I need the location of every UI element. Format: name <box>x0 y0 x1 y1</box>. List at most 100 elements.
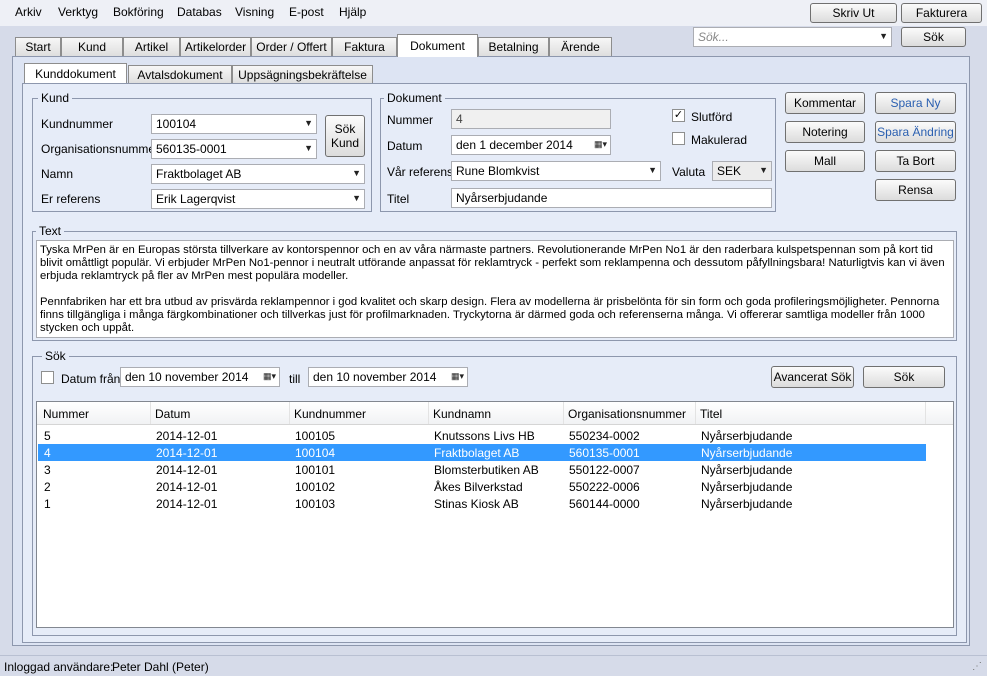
datum-fran-checkbox[interactable] <box>41 371 54 384</box>
varref-field[interactable]: Rune Blomkvist ▼ <box>451 161 661 181</box>
chevron-down-icon[interactable]: ▼ <box>304 143 313 153</box>
varref-label: Vår referens <box>387 165 453 179</box>
cell-orgnr: 550122-0007 <box>569 463 640 477</box>
tab-faktura[interactable]: Faktura <box>332 37 397 56</box>
erref-field[interactable]: Erik Lagerqvist ▼ <box>151 189 365 209</box>
cell-titel: Nyårserbjudande <box>701 429 792 443</box>
namn-value: Fraktbolaget AB <box>156 167 241 181</box>
valuta-select[interactable]: SEK ▼ <box>712 161 772 181</box>
to-date-field[interactable]: den 10 november 2014 ▦▾ <box>308 367 468 387</box>
kundnummer-field[interactable]: 100104 ▼ <box>151 114 317 134</box>
sok-group-title: Sök <box>42 349 69 363</box>
cell-datum: 2014-12-01 <box>156 480 217 494</box>
table-row[interactable]: 5 2014-12-01 100105 Knutssons Livs HB 55… <box>38 427 926 444</box>
subtab-avtalsdokument[interactable]: Avtalsdokument <box>128 65 232 83</box>
from-date-field[interactable]: den 10 november 2014▦▾ <box>120 367 280 387</box>
header-nummer[interactable]: Nummer <box>43 407 89 421</box>
menu-epost[interactable]: E-post <box>289 5 324 19</box>
datum-field[interactable]: den 1 december 2014 ▦▾ <box>451 135 611 155</box>
cell-titel: Nyårserbjudande <box>701 446 792 460</box>
resize-grip-icon[interactable]: ⋰ <box>972 661 982 672</box>
tab-artikel[interactable]: Artikel <box>123 37 180 56</box>
calendar-icon[interactable]: ▦▾ <box>594 139 607 150</box>
kommentar-button[interactable]: Kommentar <box>785 92 865 114</box>
kundnummer-value: 100104 <box>156 117 196 131</box>
cell-orgnr: 560144-0000 <box>569 497 640 511</box>
menu-bokforing[interactable]: Bokföring <box>113 5 164 19</box>
spara-andring-button[interactable]: Spara Ändring <box>875 121 956 143</box>
ta-bort-button[interactable]: Ta Bort <box>875 150 956 172</box>
cell-kundnummer: 100105 <box>295 429 335 443</box>
spara-ny-button[interactable]: Spara Ny <box>875 92 956 114</box>
namn-field[interactable]: Fraktbolaget AB ▼ <box>151 164 365 184</box>
slutford-checkbox[interactable]: ✓ <box>672 109 685 122</box>
header-orgnr[interactable]: Organisationsnummer <box>568 407 686 421</box>
search-customer-label-2: Kund <box>331 136 359 150</box>
header-datum[interactable]: Datum <box>155 407 190 421</box>
chevron-down-icon[interactable]: ▼ <box>352 168 361 178</box>
cell-datum: 2014-12-01 <box>156 429 217 443</box>
header-kundnummer[interactable]: Kundnummer <box>294 407 366 421</box>
cell-datum: 2014-12-01 <box>156 497 217 511</box>
table-row[interactable]: 3 2014-12-01 100101 Blomsterbutiken AB 5… <box>38 461 926 478</box>
kundnummer-label: Kundnummer <box>41 117 113 131</box>
menu-databas[interactable]: Databas <box>177 5 222 19</box>
mall-button[interactable]: Mall <box>785 150 865 172</box>
search-customer-button[interactable]: Sök Kund <box>325 115 365 157</box>
invoice-button[interactable]: Fakturera <box>901 3 982 23</box>
chevron-down-icon[interactable]: ▼ <box>648 165 657 175</box>
cell-orgnr: 560135-0001 <box>569 446 640 460</box>
makulerad-checkbox[interactable] <box>672 132 685 145</box>
tab-kund[interactable]: Kund <box>61 37 123 56</box>
print-button[interactable]: Skriv Ut <box>810 3 897 23</box>
notering-button[interactable]: Notering <box>785 121 865 143</box>
cell-nummer: 2 <box>44 480 51 494</box>
titel-field[interactable]: Nyårserbjudande <box>451 188 772 208</box>
orgnr-label: Organisationsnummer <box>41 142 159 156</box>
table-row[interactable]: 1 2014-12-01 100103 Stinas Kiosk AB 5601… <box>38 495 926 512</box>
to-date-value: den 10 november 2014 <box>313 370 436 384</box>
tab-arende[interactable]: Ärende <box>549 37 612 56</box>
menu-arkiv[interactable]: Arkiv <box>15 5 42 19</box>
varref-value: Rune Blomkvist <box>456 164 539 178</box>
cell-titel: Nyårserbjudande <box>701 480 792 494</box>
calendar-icon[interactable]: ▦▾ <box>263 371 276 382</box>
advanced-search-button[interactable]: Avancerat Sök <box>771 366 854 388</box>
menu-hjalp[interactable]: Hjälp <box>339 5 366 19</box>
chevron-down-icon[interactable]: ▼ <box>879 31 888 41</box>
search-button[interactable]: Sök <box>863 366 945 388</box>
cell-titel: Nyårserbjudande <box>701 463 792 477</box>
subtab-uppsagningsbekraftelse[interactable]: Uppsägningsbekräftelse <box>232 65 373 83</box>
subtab-kunddokument[interactable]: Kunddokument <box>24 63 127 83</box>
orgnr-field[interactable]: 560135-0001▼ <box>151 139 317 159</box>
valuta-value: SEK <box>717 164 741 178</box>
chevron-down-icon[interactable]: ▼ <box>352 193 361 203</box>
erref-value: Erik Lagerqvist <box>156 192 235 206</box>
cell-orgnr: 550234-0002 <box>569 429 640 443</box>
table-row-selected[interactable]: 4 2014-12-01 100104 Fraktbolaget AB 5601… <box>38 444 926 461</box>
rensa-button[interactable]: Rensa <box>875 179 956 201</box>
nummer-field: 4 <box>451 109 611 129</box>
chevron-down-icon[interactable]: ▼ <box>304 118 313 128</box>
cell-kundnamn: Knutssons Livs HB <box>434 429 535 443</box>
tab-start[interactable]: Start <box>15 37 61 56</box>
tab-betalning[interactable]: Betalning <box>478 37 549 56</box>
menu-visning[interactable]: Visning <box>235 5 274 19</box>
menu-verktyg[interactable]: Verktyg <box>58 5 98 19</box>
table-row[interactable]: 2 2014-12-01 100102 Åkes Bilverkstad 550… <box>38 478 926 495</box>
cell-kundnamn: Åkes Bilverkstad <box>434 480 523 494</box>
chevron-down-icon[interactable]: ▼ <box>759 165 768 175</box>
header-kundnamn[interactable]: Kundnamn <box>433 407 491 421</box>
global-search-button[interactable]: Sök <box>901 27 966 47</box>
cell-kundnummer: 100102 <box>295 480 335 494</box>
global-search-input[interactable]: Sök... ▼ <box>693 27 892 47</box>
header-titel[interactable]: Titel <box>700 407 722 421</box>
tab-artikelorder[interactable]: Artikelorder <box>180 37 251 56</box>
tab-order-offert[interactable]: Order / Offert <box>251 37 332 56</box>
tab-dokument[interactable]: Dokument <box>397 34 478 57</box>
search-placeholder: Sök... <box>698 30 729 44</box>
text-paragraph-1: Tyska MrPen är en Europas största tillve… <box>40 244 950 283</box>
datum-value: den 1 december 2014 <box>456 138 573 152</box>
calendar-icon[interactable]: ▦▾ <box>451 371 464 382</box>
text-editor[interactable]: Tyska MrPen är en Europas största tillve… <box>36 240 954 338</box>
